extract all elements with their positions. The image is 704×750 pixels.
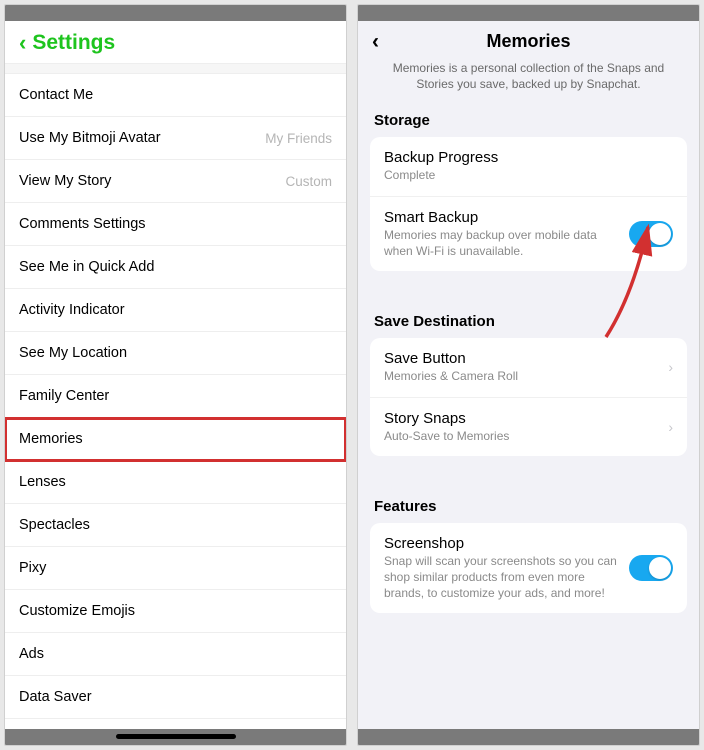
- item-subtitle: Memories & Camera Roll: [384, 369, 658, 385]
- settings-item-data-saver[interactable]: Data Saver: [5, 676, 346, 719]
- item-value: Custom: [285, 174, 332, 189]
- section-label-save-destination: Save Destination: [370, 303, 687, 338]
- backup-progress-item[interactable]: Backup Progress Complete: [370, 137, 687, 197]
- settings-screen: ‹ Settings Contact Me Use My Bitmoji Ava…: [4, 4, 347, 746]
- item-subtitle: Complete: [384, 168, 673, 184]
- settings-item-pixy[interactable]: Pixy: [5, 547, 346, 590]
- smart-backup-toggle[interactable]: [629, 221, 673, 247]
- item-value: My Friends: [265, 131, 332, 146]
- item-subtitle: Memories may backup over mobile data whe…: [384, 228, 619, 259]
- save-button-item[interactable]: Save Button Memories & Camera Roll ›: [370, 338, 687, 398]
- item-title: Story Snaps: [384, 410, 658, 427]
- item-label: Ads: [19, 646, 44, 662]
- item-subtitle: Snap will scan your screenshots so you c…: [384, 554, 619, 601]
- features-card: Screenshop Snap will scan your screensho…: [370, 523, 687, 613]
- page-title: Memories: [486, 31, 570, 52]
- screenshop-item[interactable]: Screenshop Snap will scan your screensho…: [370, 523, 687, 613]
- bottom-bar: [358, 729, 699, 745]
- smart-backup-item[interactable]: Smart Backup Memories may backup over mo…: [370, 197, 687, 271]
- storage-card: Backup Progress Complete Smart Backup Me…: [370, 137, 687, 271]
- settings-item-customize-emojis[interactable]: Customize Emojis: [5, 590, 346, 633]
- item-label: Customize Emojis: [19, 603, 135, 619]
- item-label: See Me in Quick Add: [19, 259, 154, 275]
- item-label: Pixy: [19, 560, 46, 576]
- settings-list: Contact Me Use My Bitmoji Avatar My Frien…: [5, 64, 346, 729]
- item-label: Activity Indicator: [19, 302, 125, 318]
- item-subtitle: Auto-Save to Memories: [384, 429, 658, 445]
- settings-item-spectacles[interactable]: Spectacles: [5, 504, 346, 547]
- settings-item-memories[interactable]: Memories: [5, 418, 346, 461]
- screenshop-toggle[interactable]: [629, 555, 673, 581]
- status-bar: [5, 5, 346, 21]
- item-title: Backup Progress: [384, 149, 673, 166]
- item-title: Screenshop: [384, 535, 619, 552]
- item-label: Memories: [19, 431, 83, 447]
- section-label-features: Features: [370, 488, 687, 523]
- item-label: Family Center: [19, 388, 109, 404]
- memories-screen: ‹ Memories Memories is a personal collec…: [357, 4, 700, 746]
- memories-header: ‹ Memories: [358, 21, 699, 56]
- item-label: View My Story: [19, 173, 111, 189]
- settings-item-see-my-location[interactable]: See My Location: [5, 332, 346, 375]
- chevron-right-icon: ›: [668, 359, 673, 375]
- item-title: Save Button: [384, 350, 658, 367]
- item-label: See My Location: [19, 345, 127, 361]
- item-label: Data Saver: [19, 689, 92, 705]
- back-icon[interactable]: ‹: [19, 32, 26, 54]
- settings-item-ads[interactable]: Ads: [5, 633, 346, 676]
- settings-item-quick-tap-to-snap[interactable]: Quick Tap To Snap: [5, 719, 346, 729]
- settings-item-activity-indicator[interactable]: Activity Indicator: [5, 289, 346, 332]
- settings-item-contact-me[interactable]: Contact Me: [5, 74, 346, 117]
- item-label: Comments Settings: [19, 216, 146, 232]
- memories-content: Storage Backup Progress Complete Smart B…: [358, 102, 699, 729]
- back-icon[interactable]: ‹: [372, 31, 379, 52]
- settings-item-bitmoji-avatar[interactable]: Use My Bitmoji Avatar My Friends: [5, 117, 346, 160]
- story-snaps-item[interactable]: Story Snaps Auto-Save to Memories ›: [370, 398, 687, 457]
- settings-item-lenses[interactable]: Lenses: [5, 461, 346, 504]
- settings-header: ‹ Settings: [5, 21, 346, 64]
- settings-item-see-me-quick-add[interactable]: See Me in Quick Add: [5, 246, 346, 289]
- save-destination-card: Save Button Memories & Camera Roll › Sto…: [370, 338, 687, 456]
- item-label: Lenses: [19, 474, 66, 490]
- page-subtitle: Memories is a personal collection of the…: [358, 56, 699, 102]
- list-gap: [5, 64, 346, 74]
- item-title: Smart Backup: [384, 209, 619, 226]
- section-label-storage: Storage: [370, 102, 687, 137]
- page-title: Settings: [32, 31, 115, 55]
- chevron-right-icon: ›: [668, 419, 673, 435]
- settings-item-family-center[interactable]: Family Center: [5, 375, 346, 418]
- item-label: Spectacles: [19, 517, 90, 533]
- home-indicator: [116, 734, 236, 739]
- settings-item-view-my-story[interactable]: View My Story Custom: [5, 160, 346, 203]
- settings-item-comments-settings[interactable]: Comments Settings: [5, 203, 346, 246]
- item-label: Contact Me: [19, 87, 93, 103]
- item-label: Use My Bitmoji Avatar: [19, 130, 161, 146]
- status-bar: [358, 5, 699, 21]
